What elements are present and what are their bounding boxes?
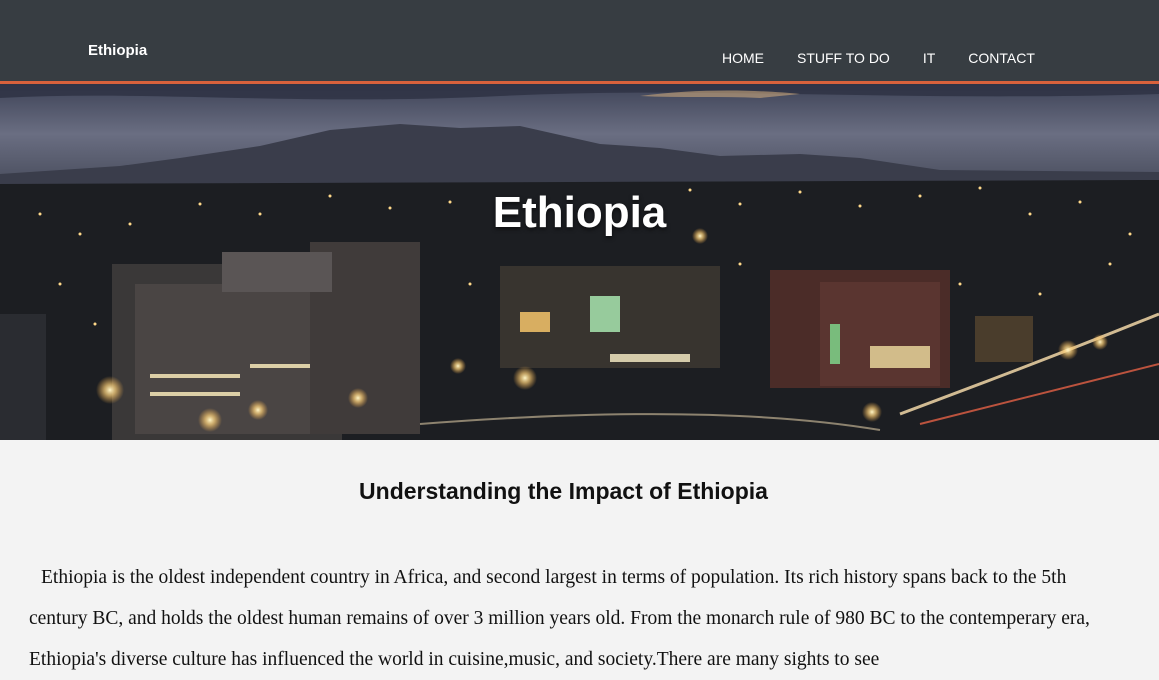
nav-link-home[interactable]: HOME <box>722 50 764 66</box>
nav-item-contact: CONTACT <box>968 50 1068 68</box>
main-content: Understanding the Impact of Ethiopia Eth… <box>0 440 1159 678</box>
nav-link-it[interactable]: IT <box>923 50 935 66</box>
nav-menu: HOME STUFF TO DO IT CONTACT <box>722 50 1068 68</box>
hero-banner: Ethiopia <box>0 84 1159 440</box>
hero-title: Ethiopia <box>492 188 667 237</box>
brand-link[interactable]: Ethiopia <box>88 42 147 59</box>
nav-link-contact[interactable]: CONTACT <box>968 50 1035 66</box>
section-heading: Understanding the Impact of Ethiopia <box>359 478 768 504</box>
nav-link-stuff-to-do[interactable]: STUFF TO DO <box>797 50 890 66</box>
top-navbar: Ethiopia HOME STUFF TO DO IT CONTACT <box>0 0 1159 84</box>
nav-item-it: IT <box>923 50 968 68</box>
nav-item-stuff-to-do: STUFF TO DO <box>797 50 923 68</box>
nav-item-home: HOME <box>722 50 797 68</box>
intro-paragraph: Ethiopia is the oldest independent count… <box>29 567 1090 670</box>
city-night-photo <box>0 84 1159 440</box>
